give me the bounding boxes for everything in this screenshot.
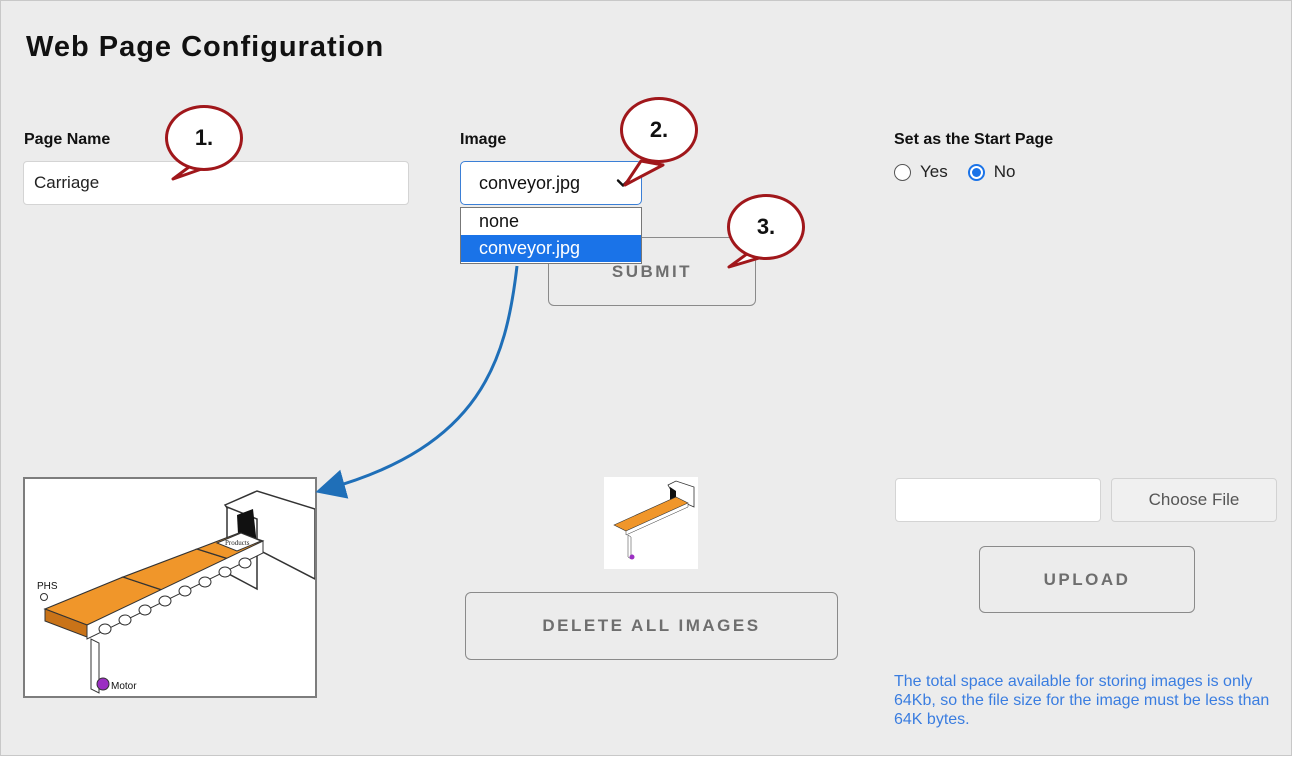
arrow-connector xyxy=(315,265,519,499)
callout-3: 3. xyxy=(727,194,805,260)
callout-2-tail xyxy=(623,159,665,187)
configuration-panel: Web Page Configuration Page Name Image c… xyxy=(0,0,1292,756)
callout-2: 2. xyxy=(620,97,698,163)
callout-1: 1. xyxy=(165,105,243,171)
